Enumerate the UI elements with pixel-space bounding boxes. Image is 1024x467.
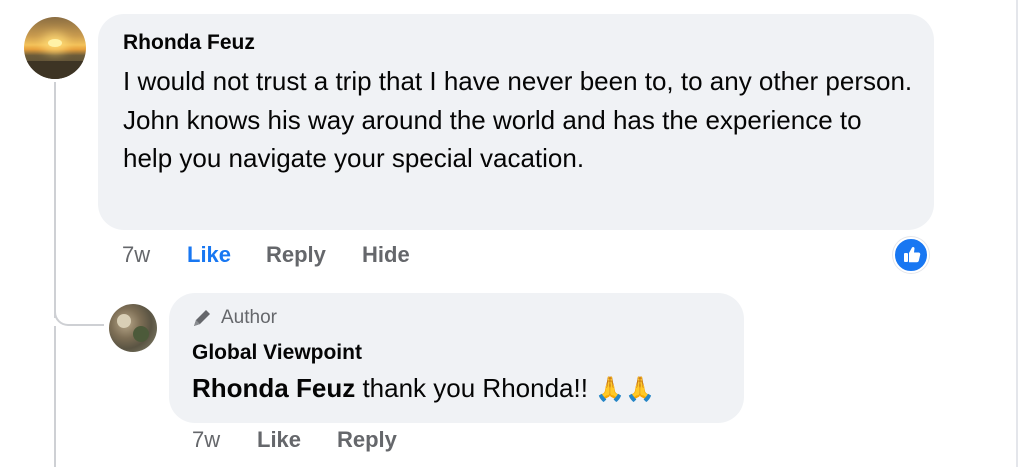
hide-button[interactable]: Hide <box>362 242 410 268</box>
like-button[interactable]: Like <box>257 427 301 453</box>
avatar-detail <box>117 314 131 328</box>
reply-button[interactable]: Reply <box>266 242 326 268</box>
like-button[interactable]: Like <box>187 242 231 268</box>
horizon <box>24 61 86 79</box>
mention-link[interactable]: Rhonda Feuz <box>192 373 355 403</box>
like-reaction-icon[interactable] <box>893 237 929 273</box>
thread-connector <box>54 292 104 326</box>
thread-line <box>54 326 56 467</box>
divider <box>1016 0 1018 467</box>
thread-line <box>54 82 56 318</box>
comment-text: I would not trust a trip that I have nev… <box>123 66 913 173</box>
avatar[interactable] <box>24 17 86 79</box>
avatar-detail <box>133 326 149 342</box>
thumbs-up-icon <box>904 246 921 263</box>
author-badge-label: Author <box>221 307 277 328</box>
comment-thread: Rhonda Feuz I would not trust a trip tha… <box>0 0 1024 467</box>
sun <box>48 39 62 47</box>
comment-author-name[interactable]: Rhonda Feuz <box>123 31 255 55</box>
reply-button[interactable]: Reply <box>337 427 397 453</box>
reply-timestamp[interactable]: 7w <box>192 427 220 453</box>
reply-message: thank you Rhonda!! <box>355 373 596 403</box>
avatar[interactable] <box>109 304 157 352</box>
pen-icon <box>194 310 210 326</box>
reply-author-name[interactable]: Global Viewpoint <box>192 341 362 365</box>
comment-timestamp[interactable]: 7w <box>122 242 150 268</box>
praying-hands-emoji: 🙏🙏 <box>595 376 655 403</box>
author-badge: Author <box>192 307 277 329</box>
reply-text: Rhonda Feuz thank you Rhonda!! 🙏🙏 <box>192 373 655 404</box>
